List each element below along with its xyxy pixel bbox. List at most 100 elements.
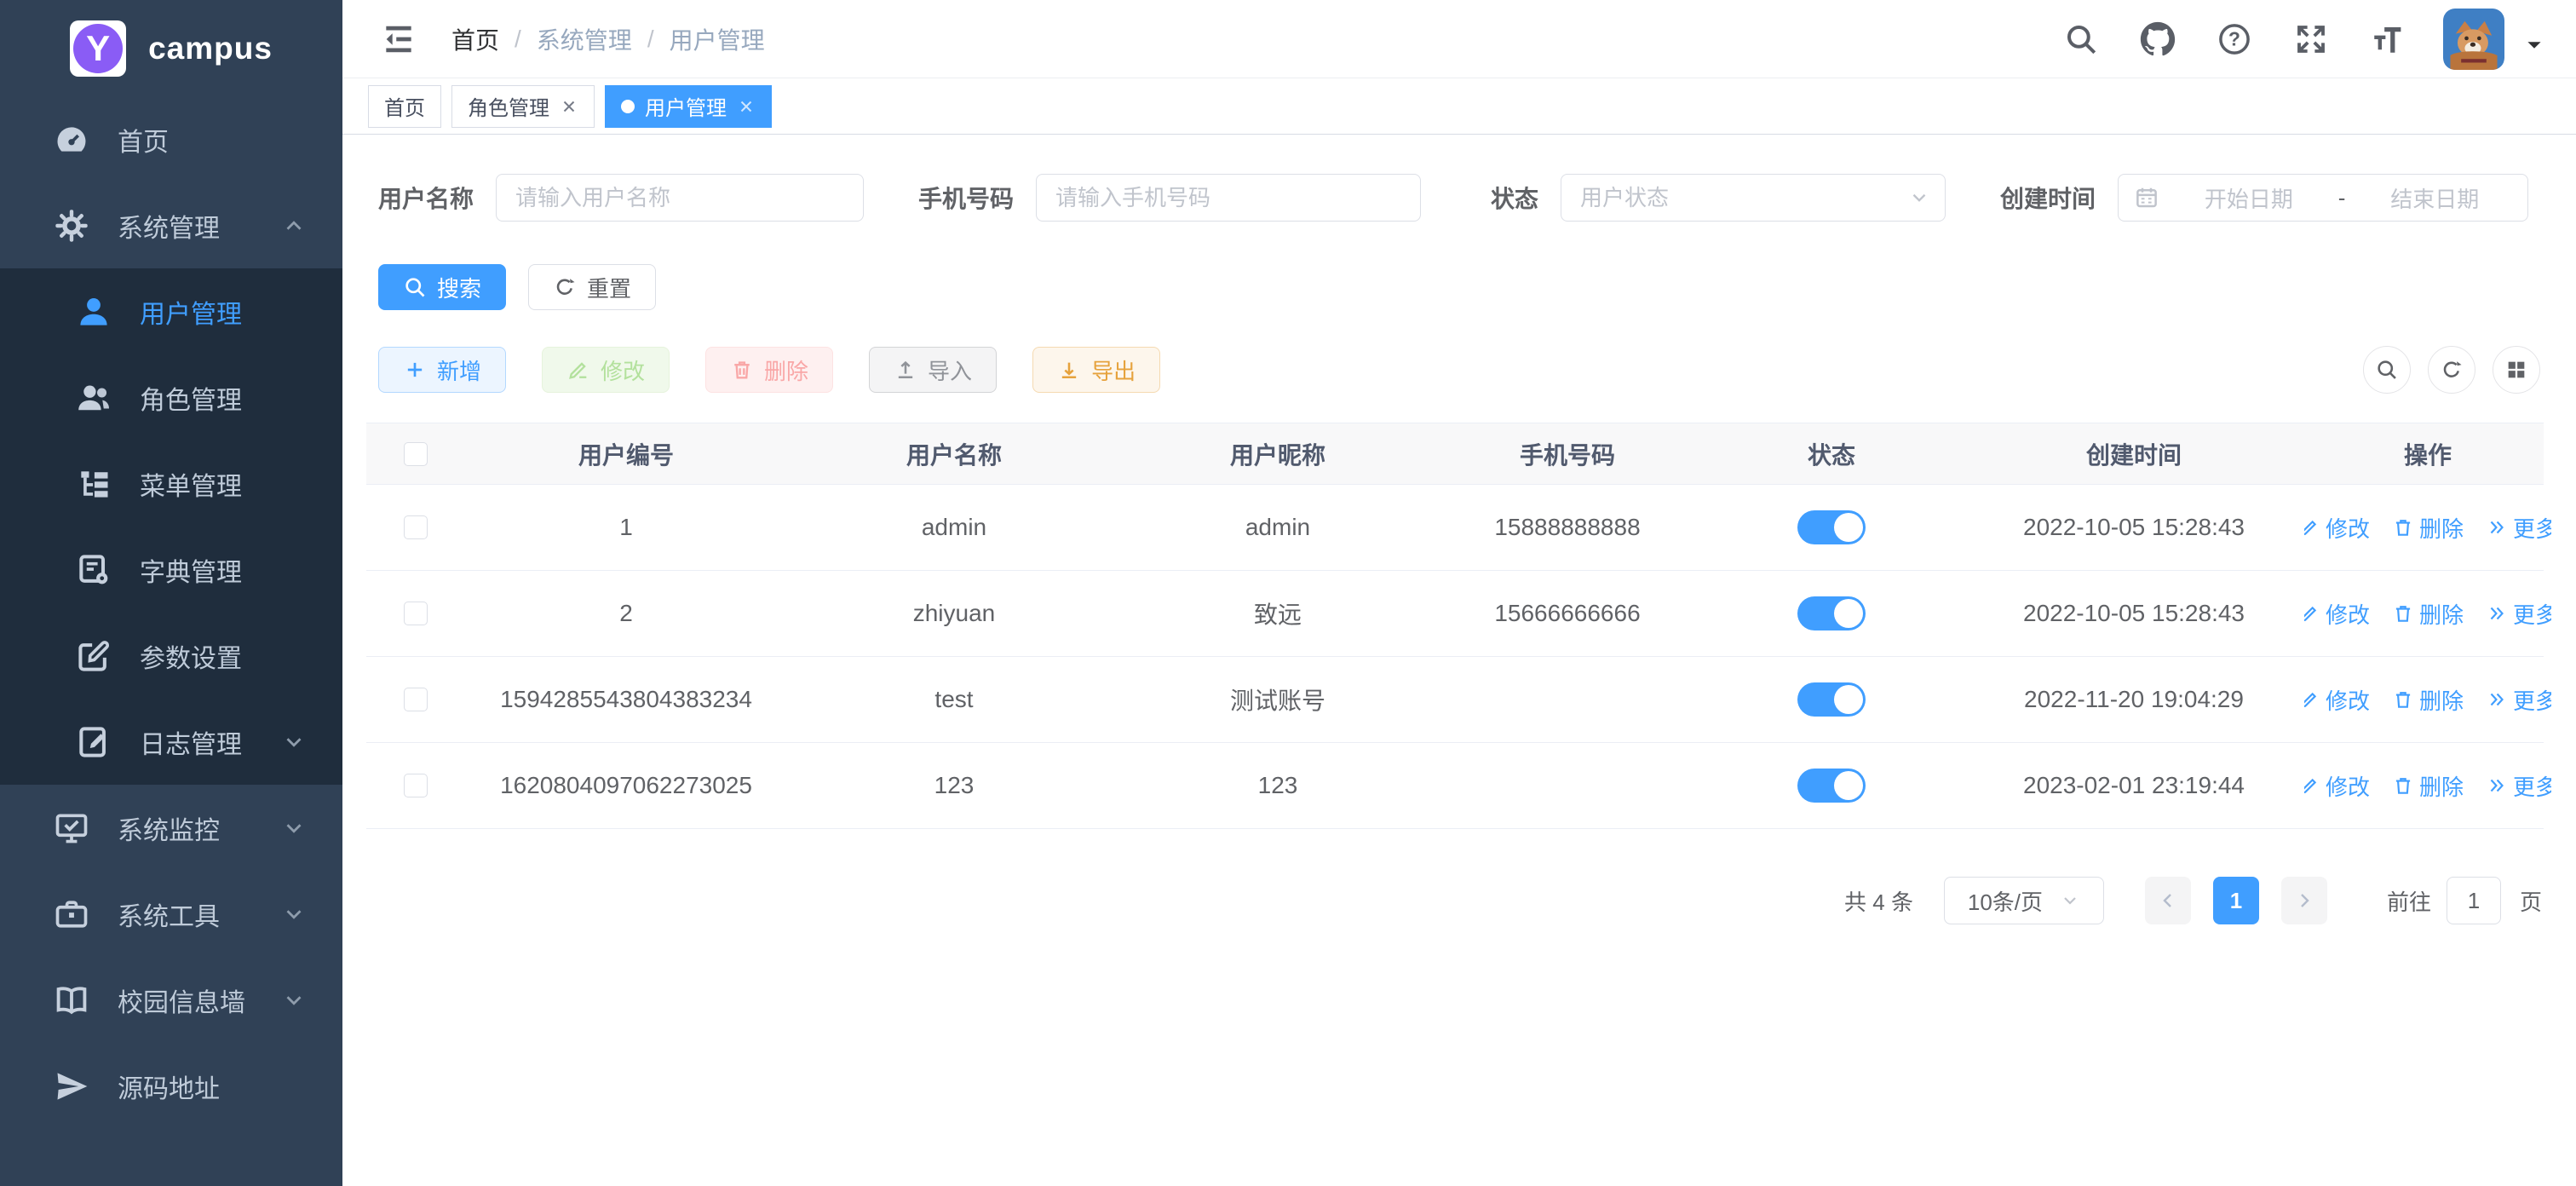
app-logo[interactable]: Y campus [0,0,342,96]
sidebar-item-system-monitor[interactable]: 系统监控 [0,785,342,871]
row-checkbox[interactable] [404,774,428,797]
sidebar-item-system-management[interactable]: 系统管理 [0,182,342,268]
toggle-search-button[interactable] [2363,346,2411,394]
row-checkbox[interactable] [404,515,428,539]
sidebar-item-log-management[interactable]: 日志管理 [0,699,342,785]
tab-home[interactable]: 首页 [368,85,441,128]
import-button[interactable]: 导入 [869,347,997,393]
end-date-input[interactable]: 结束日期 [2357,182,2512,214]
filter-phone: 手机号码 [918,174,1421,222]
main-area: 首页 / 系统管理 / 用户管理 ? [342,0,2576,1186]
sidebar-item-dict-management[interactable]: 字典管理 [0,527,342,613]
sidebar-item-user-management[interactable]: 用户管理 [0,268,342,354]
status-toggle[interactable] [1797,682,1866,717]
app-title: campus [148,31,273,66]
github-link-button[interactable] [2140,21,2176,57]
cell-nickname: admin [1120,514,1435,541]
breadcrumb-system: 系统管理 [537,22,632,56]
reset-button[interactable]: 重置 [528,264,656,310]
sidebar-item-label: 日志管理 [140,723,242,761]
add-button-label: 新增 [437,354,481,386]
sidebar-item-label: 角色管理 [140,379,242,417]
font-size-button[interactable] [2370,21,2406,57]
column-settings-button[interactable] [2493,346,2540,394]
fullscreen-button[interactable] [2293,21,2329,57]
filter-form: 用户名称 手机号码 状态 创建时间 [378,174,2544,222]
column-header-create-time: 创建时间 [1964,437,2304,471]
sidebar: Y campus 首页 [0,0,342,1186]
filter-status: 状态 [1491,174,1946,222]
close-icon[interactable] [560,97,578,116]
cell-user-id: 1594285543804383234 [464,686,788,713]
row-delete-link[interactable]: 删除 [2392,684,2464,716]
select-all-checkbox[interactable] [404,442,428,466]
sidebar-item-home[interactable]: 首页 [0,96,342,182]
sidebar-item-campus-wall[interactable]: 校园信息墙 [0,957,342,1043]
username-input[interactable] [496,174,864,222]
table-row: 1 admin admin 15888888888 2022-10-05 15:… [366,485,2544,571]
row-more-link[interactable]: 更多 [2486,770,2551,802]
search-button[interactable]: 搜索 [378,264,506,310]
header-search-button[interactable] [2063,21,2099,57]
table-row: 1620804097062273025 123 123 2023-02-01 2… [366,743,2544,829]
status-select[interactable] [1561,174,1946,222]
add-button[interactable]: 新增 [378,347,506,393]
row-checkbox[interactable] [404,602,428,625]
row-edit-link[interactable]: 修改 [2304,512,2370,544]
status-toggle[interactable] [1797,510,1866,544]
sidebar-item-label: 用户管理 [140,293,242,331]
pencil-icon [2304,602,2320,625]
status-toggle[interactable] [1797,596,1866,630]
download-icon [1057,358,1081,382]
sidebar-item-label: 校园信息墙 [118,982,245,1019]
row-checkbox[interactable] [404,688,428,711]
fullscreen-icon [2293,21,2329,57]
github-icon [2140,21,2176,57]
tab-user-management[interactable]: 用户管理 [605,85,772,128]
table-toolbar: 新增 修改 删除 导入 导出 [378,346,2544,394]
page-number-1[interactable]: 1 [2213,877,2259,924]
date-range-picker[interactable]: 开始日期 - 结束日期 [2118,174,2528,222]
start-date-input[interactable]: 开始日期 [2171,182,2326,214]
row-more-link[interactable]: 更多 [2486,512,2551,544]
sidebar-item-source-code[interactable]: 源码地址 [0,1043,342,1129]
sidebar-fold-icon[interactable] [380,20,417,58]
sidebar-item-system-tools[interactable]: 系统工具 [0,871,342,957]
goto-page-input[interactable] [2447,877,2501,924]
toggle-knob [1834,685,1863,714]
row-more-link[interactable]: 更多 [2486,684,2551,716]
row-delete-link[interactable]: 删除 [2392,512,2464,544]
cell-user-id: 1620804097062273025 [464,772,788,799]
row-edit-link[interactable]: 修改 [2304,598,2370,630]
row-delete-link[interactable]: 删除 [2392,598,2464,630]
status-toggle[interactable] [1797,769,1866,803]
breadcrumb-separator: / [647,26,654,53]
breadcrumb-home[interactable]: 首页 [451,22,499,56]
prev-page-button[interactable] [2145,877,2191,924]
sidebar-item-menu-management[interactable]: 菜单管理 [0,440,342,527]
user-menu[interactable] [2443,9,2545,70]
pencil-icon [2304,774,2320,797]
trash-icon [2392,602,2414,625]
export-button[interactable]: 导出 [1032,347,1160,393]
sidebar-item-param-settings[interactable]: 参数设置 [0,613,342,699]
chevron-down-icon [281,987,307,1013]
row-more-link[interactable]: 更多 [2486,598,2551,630]
page-size-select[interactable]: 10条/页 [1944,877,2104,924]
breadcrumb-current: 用户管理 [670,22,765,56]
help-button[interactable]: ? [2217,21,2252,57]
refresh-table-button[interactable] [2428,346,2475,394]
sidebar-item-role-management[interactable]: 角色管理 [0,354,342,440]
delete-button[interactable]: 删除 [705,347,833,393]
column-header-nickname: 用户昵称 [1120,437,1435,471]
next-page-button[interactable] [2281,877,2327,924]
phone-input[interactable] [1036,174,1421,222]
row-edit-link[interactable]: 修改 [2304,770,2370,802]
close-icon[interactable] [737,97,756,116]
row-edit-link[interactable]: 修改 [2304,684,2370,716]
toolbox-icon [53,895,90,933]
row-delete-link[interactable]: 删除 [2392,770,2464,802]
tab-role-management[interactable]: 角色管理 [451,85,595,128]
edit-button[interactable]: 修改 [542,347,670,393]
trash-icon [730,358,754,382]
